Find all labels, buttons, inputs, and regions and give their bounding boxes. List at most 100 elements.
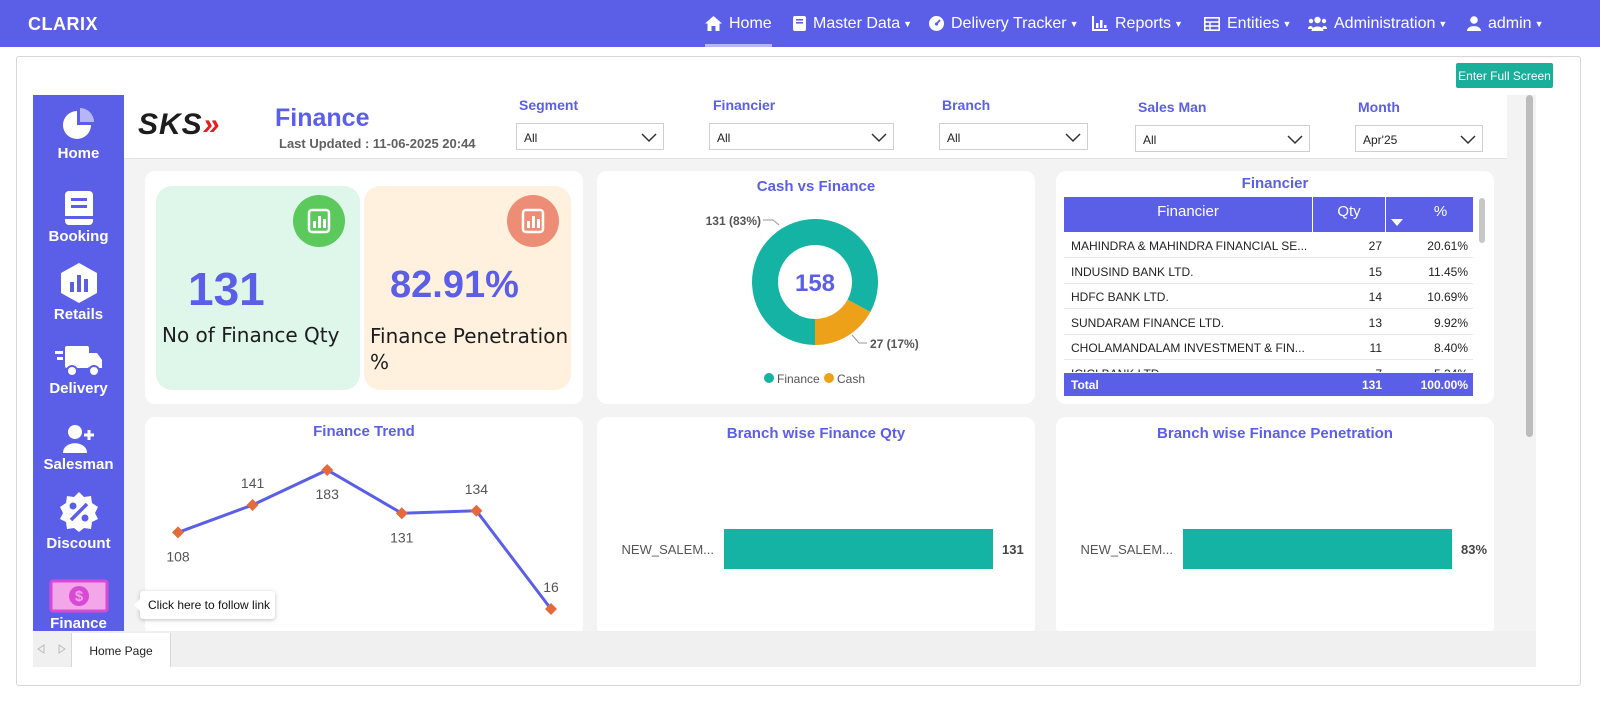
- caret-down-icon: ▼: [903, 18, 913, 29]
- donut-chart: 158 131 (83%) 27 (17%) Finance Cash: [706, 214, 919, 386]
- next-page-icon[interactable]: [58, 644, 66, 654]
- trend-data-label: 131: [390, 529, 414, 545]
- kpi-finance-qty-value: 131: [188, 263, 265, 315]
- cell-percent: 9.92%: [1433, 315, 1468, 330]
- filter-month-label: Month: [1358, 99, 1400, 115]
- filter-salesman-select[interactable]: All: [1135, 125, 1310, 152]
- bar-category-label: NEW_SALEM...: [1081, 542, 1173, 557]
- table-body: MAHINDRA & MAHINDRA FINANCIAL SE... 27 20.…: [1064, 233, 1473, 372]
- cell-percent: 5.34%: [1434, 367, 1468, 373]
- table-header-financier[interactable]: Financier: [1064, 197, 1312, 232]
- bar-chart: NEW_SALEM... 83%: [1081, 529, 1487, 569]
- legend-swatch-cash: [824, 373, 834, 383]
- filter-salesman-value: All: [1143, 133, 1157, 147]
- sidebar-item-booking[interactable]: Booking: [33, 190, 124, 245]
- nav-master-data-label: Master Data: [813, 14, 901, 32]
- filter-branch-value: All: [947, 131, 961, 145]
- nav-admin-user[interactable]: admin ▼: [1467, 0, 1544, 47]
- cell-financier: CHOLAMANDALAM INVESTMENT & FIN...: [1071, 341, 1305, 355]
- sidebar-item-home[interactable]: Home: [33, 107, 124, 162]
- user-icon: [1467, 16, 1481, 31]
- trend-data-label: 108: [166, 548, 190, 564]
- filter-branch-label: Branch: [942, 97, 991, 113]
- nav-master-data[interactable]: Master Data ▼: [793, 0, 912, 47]
- caret-down-icon: ▼: [1438, 18, 1448, 29]
- caret-down-icon: ▼: [1534, 18, 1544, 29]
- total-qty: 131: [1361, 378, 1382, 392]
- sort-desc-icon[interactable]: [1391, 219, 1403, 227]
- chevron-down-icon: [1460, 135, 1476, 145]
- trend-point[interactable]: [172, 526, 184, 539]
- table-header-qty[interactable]: Qty: [1313, 197, 1385, 232]
- slice-label-finance: 131 (83%): [706, 214, 761, 228]
- filter-financier-label: Financier: [713, 97, 776, 113]
- nav-entities[interactable]: Entities ▼: [1204, 0, 1291, 47]
- last-updated-text: Last Updated : 11-06-2025 20:44: [279, 136, 476, 151]
- trend-point[interactable]: [246, 498, 259, 511]
- table-row[interactable]: MAHINDRA & MAHINDRA FINANCIAL SE... 27 20.…: [1064, 233, 1473, 258]
- table-row[interactable]: INDUSIND BANK LTD. 15 11.45%: [1064, 259, 1473, 284]
- sidebar-item-finance[interactable]: $ Finance: [33, 579, 124, 631]
- total-label: Total: [1071, 378, 1099, 392]
- cell-financier: INDUSIND BANK LTD.: [1071, 264, 1194, 279]
- nav-reports[interactable]: Reports ▼: [1092, 0, 1183, 47]
- kpi-finance-penetration: 82.91% Finance Penetration %: [364, 186, 571, 390]
- book-icon: [64, 191, 93, 225]
- sidebar: Home Booking Retails Delivery Salesman D…: [33, 95, 124, 631]
- nav-entities-label: Entities: [1227, 14, 1280, 32]
- cell-financier: SUNDARAM FINANCE LTD.: [1071, 315, 1225, 330]
- sidebar-item-delivery-label: Delivery: [49, 380, 108, 397]
- user-plus-icon: [62, 425, 94, 453]
- nav-home-label: Home: [729, 14, 772, 32]
- trend-point[interactable]: [321, 464, 334, 476]
- sidebar-item-salesman[interactable]: Salesman: [33, 424, 124, 473]
- company-logo: SKS»: [138, 108, 220, 142]
- table-row[interactable]: ICICI BANK LTD. 7 5.34%: [1064, 361, 1473, 373]
- nav-administration[interactable]: Administration ▼: [1308, 0, 1447, 47]
- table-header-percent-label: %: [1433, 203, 1448, 220]
- pie-chart-icon: [62, 108, 94, 139]
- total-percent: 100.00%: [1420, 378, 1468, 392]
- report-scrollbar[interactable]: [1526, 95, 1533, 437]
- chevron-down-icon: [1287, 135, 1303, 145]
- slice-label-cash: 27 (17%): [870, 337, 919, 351]
- bar-chart-hex-icon: [60, 263, 97, 303]
- trend-point[interactable]: [395, 507, 408, 520]
- sidebar-item-delivery[interactable]: Delivery: [33, 344, 124, 397]
- sidebar-item-discount[interactable]: Discount: [33, 491, 124, 552]
- bar[interactable]: [1183, 529, 1452, 569]
- bar-chart-icon: [507, 195, 559, 247]
- cell-qty: 7: [1375, 367, 1382, 373]
- table-row[interactable]: CHOLAMANDALAM INVESTMENT & FIN... 11 8.40%: [1064, 335, 1473, 360]
- cell-qty: 13: [1368, 315, 1382, 330]
- filter-financier-select[interactable]: All: [709, 123, 894, 150]
- money-icon: $: [49, 579, 108, 613]
- kpi-finance-qty-label: No of Finance Qty: [162, 323, 340, 347]
- table-total-row: Total 131 100.00%: [1064, 373, 1473, 396]
- brand-logo[interactable]: CLARIX: [28, 14, 98, 35]
- nav-home[interactable]: Home: [705, 0, 772, 47]
- table-row[interactable]: HDFC BANK LTD. 14 10.69%: [1064, 284, 1473, 309]
- filter-segment-select[interactable]: All: [516, 123, 664, 150]
- sidebar-item-retails[interactable]: Retails: [33, 262, 124, 323]
- legend-label-cash: Cash: [837, 372, 865, 386]
- page-tab-home[interactable]: Home Page: [71, 633, 171, 667]
- filter-salesman-label: Sales Man: [1138, 99, 1207, 115]
- logo-accent: »: [202, 108, 221, 141]
- bar[interactable]: [724, 529, 993, 569]
- prev-page-icon[interactable]: [37, 644, 45, 654]
- filter-month-select[interactable]: Apr'25: [1355, 125, 1483, 152]
- filter-branch-select[interactable]: All: [939, 123, 1088, 150]
- bar-data-label: 131: [1002, 542, 1024, 557]
- nav-delivery-tracker[interactable]: Delivery Tracker ▼: [929, 0, 1079, 47]
- cell-percent: 20.61%: [1427, 239, 1468, 253]
- filter-financier-value: All: [717, 131, 731, 145]
- enter-full-screen-button[interactable]: Enter Full Screen: [1456, 63, 1553, 88]
- table-scrollbar[interactable]: [1479, 198, 1485, 243]
- logo-text: SKS: [138, 108, 203, 141]
- sidebar-item-finance-label: Finance: [50, 615, 107, 631]
- caret-down-icon: ▼: [1282, 18, 1292, 29]
- cell-qty: 27: [1368, 239, 1382, 253]
- table-row[interactable]: SUNDARAM FINANCE LTD. 13 9.92%: [1064, 310, 1473, 335]
- nav-administration-label: Administration: [1334, 14, 1436, 32]
